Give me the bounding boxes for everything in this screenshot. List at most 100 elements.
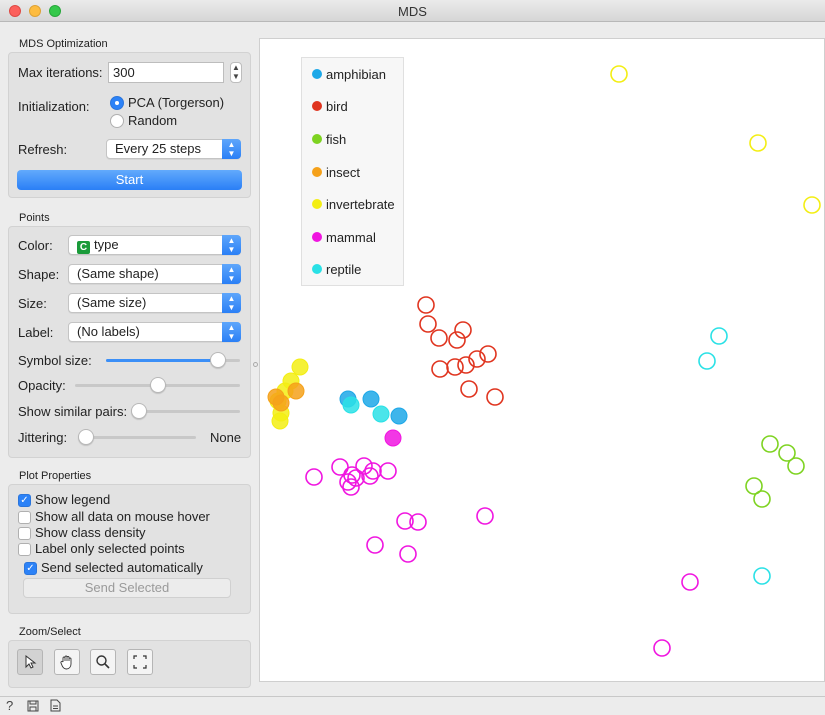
data-point-invertebrate[interactable] [749,134,767,152]
send-selected-button[interactable]: Send Selected [23,578,231,598]
data-point-bird[interactable] [460,380,478,398]
data-point-bird[interactable] [446,358,464,376]
data-point-mammal[interactable] [384,429,402,447]
data-point-bird[interactable] [417,296,435,314]
data-point-fish[interactable] [787,457,805,475]
data-point-invertebrate[interactable] [291,358,309,376]
points-heading: Points [19,212,50,224]
opacity-label: Opacity: [18,378,66,393]
report-icon[interactable] [50,698,61,715]
chevron-updown-icon: ▲ ▼ [222,293,241,313]
zoom-select-heading: Zoom/Select [19,626,81,638]
initialization-label: Initialization: [18,99,90,114]
max-iterations-stepper[interactable]: ▲ ▼ [230,62,242,83]
window-title: MDS [398,4,427,19]
data-point-mammal[interactable] [364,462,382,480]
data-point-reptile[interactable] [710,327,728,345]
data-point-mammal[interactable] [331,458,349,476]
class-density-label: Show class density [35,525,146,540]
label-select[interactable]: (No labels) ▲ ▼ [68,322,241,342]
refresh-select[interactable]: Every 25 steps ▲ ▼ [106,139,241,159]
data-point-mammal[interactable] [681,573,699,591]
color-select-value: type [94,237,119,252]
size-select[interactable]: (Same size) ▲ ▼ [68,293,241,313]
zoom-magnifier-icon[interactable] [90,649,116,675]
label-select-value: (No labels) [77,324,140,339]
data-point-mammal[interactable] [379,462,397,480]
max-iterations-input[interactable]: 300 [108,62,224,83]
data-point-mammal[interactable] [342,478,360,496]
save-icon[interactable] [27,698,39,715]
pan-hand-icon[interactable] [54,649,80,675]
data-point-invertebrate[interactable] [803,196,821,214]
pointer-icon[interactable] [17,649,43,675]
shape-select[interactable]: (Same shape) ▲ ▼ [68,264,241,284]
data-point-bird[interactable] [419,315,437,333]
show-all-data-label: Show all data on mouse hover [35,509,210,524]
refresh-label: Refresh: [18,142,68,157]
data-point-insect[interactable] [287,382,305,400]
color-select[interactable]: Ctype ▲ ▼ [68,235,241,255]
symbol-size-slider[interactable] [106,352,240,368]
class-density-checkbox[interactable] [18,527,31,540]
mds-optimization-heading: MDS Optimization [19,38,108,50]
data-point-reptile[interactable] [342,396,360,414]
show-legend-label: Show legend [35,492,111,507]
data-point-mammal[interactable] [305,468,323,486]
splitter-handle[interactable] [253,362,258,367]
similar-pairs-label: Show similar pairs: [18,404,128,419]
start-button[interactable]: Start [17,170,242,190]
show-legend-checkbox[interactable]: ✓ [18,494,31,507]
data-point-reptile[interactable] [698,352,716,370]
opacity-slider[interactable] [75,377,240,393]
legend-marker-invertebrate [312,199,322,209]
label-selected-checkbox[interactable] [18,543,31,556]
data-point-invertebrate[interactable] [271,412,289,430]
legend-label-insect: insect [326,165,360,180]
data-point-amphibian[interactable] [390,407,408,425]
zoom-reset-icon[interactable] [127,649,153,675]
data-point-insect[interactable] [272,394,290,412]
chevron-updown-icon: ▲ ▼ [222,322,241,342]
chevron-updown-icon: ▲ ▼ [222,139,241,159]
similar-pairs-slider[interactable] [131,403,240,419]
slider-fill [106,359,218,362]
shape-label: Shape: [18,267,60,282]
data-point-mammal[interactable] [399,545,417,563]
slider-knob[interactable] [131,403,147,419]
legend-marker-reptile [312,264,322,274]
title-bar: MDS [0,0,825,22]
data-point-mammal[interactable] [366,536,384,554]
legend-marker-insect [312,167,322,177]
data-point-mammal[interactable] [476,507,494,525]
data-point-fish[interactable] [753,490,771,508]
data-point-bird[interactable] [486,388,504,406]
jittering-value: None [210,430,242,445]
help-icon[interactable]: ? [6,698,13,713]
slider-knob[interactable] [150,377,166,393]
show-all-data-checkbox[interactable] [18,511,31,524]
data-point-mammal[interactable] [653,639,671,657]
data-point-bird[interactable] [431,360,449,378]
categorical-icon: C [77,241,90,254]
data-point-amphibian[interactable] [362,390,380,408]
label-selected-label: Label only selected points [35,541,185,556]
refresh-select-value: Every 25 steps [115,141,201,156]
chevron-updown-icon: ▲ ▼ [222,235,241,255]
jittering-slider[interactable] [78,429,196,445]
data-point-fish[interactable] [761,435,779,453]
slider-knob[interactable] [78,429,94,445]
init-pca-radio[interactable] [110,96,124,110]
data-point-invertebrate[interactable] [610,65,628,83]
data-point-reptile[interactable] [372,405,390,423]
data-point-reptile[interactable] [753,567,771,585]
data-point-bird[interactable] [430,329,448,347]
send-auto-checkbox[interactable]: ✓ [24,562,37,575]
init-random-radio[interactable] [110,114,124,128]
legend-label-reptile: reptile [326,262,362,277]
color-label: Color: [18,238,53,253]
size-label: Size: [18,296,47,311]
legend-label-mammal: mammal [326,230,376,245]
legend-label-bird: bird [326,99,348,114]
slider-knob[interactable] [210,352,226,368]
